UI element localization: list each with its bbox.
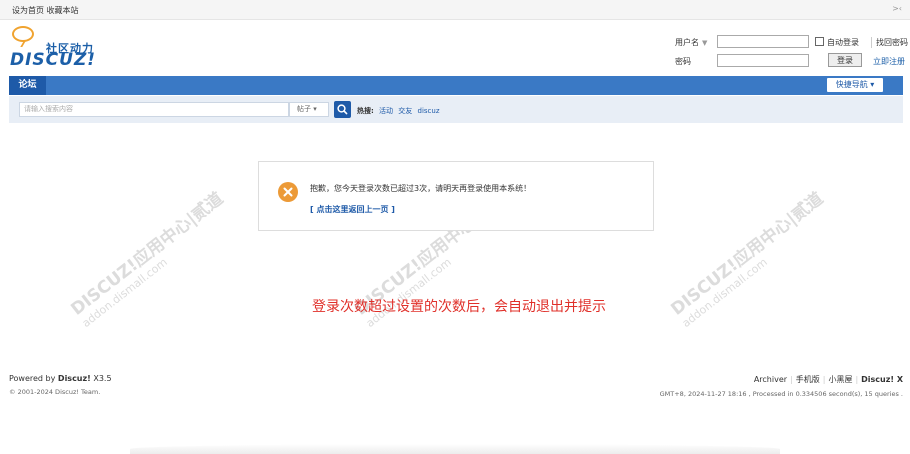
site-logo[interactable]: 社区动力 DISCUZ! — [10, 26, 102, 70]
register-link[interactable]: 立即注册 — [873, 56, 905, 67]
logo-bubble-icon — [12, 26, 34, 42]
search-bar: 请输入搜索内容 帖子 ▾ 热搜: 活动 交友 discuz — [9, 96, 903, 123]
top-links: 设为首页 收藏本站 — [12, 5, 79, 16]
hot-tag[interactable]: discuz — [418, 107, 440, 115]
footer-right: Archiver | 手机版 | 小黑屋 | Discuz! X GMT+8, 2024-1… — [659, 375, 903, 398]
bottom-shadow — [130, 444, 780, 454]
bookmark-site-link[interactable]: 收藏本站 — [47, 6, 79, 15]
watermark: DISCUZ!应用中心|贰道 addon.dismall.com — [667, 188, 828, 330]
footer-link-discuz[interactable]: Discuz! X — [861, 375, 903, 384]
hot-tag[interactable]: 活动 — [379, 107, 393, 115]
hot-search-label: 热搜: — [357, 107, 374, 115]
error-icon — [278, 182, 298, 202]
footer-left: Powered by Discuz! X3.5 © 2001-2024 Disc… — [9, 374, 112, 396]
watermark: DISCUZ!应用中心|贰道 addon.dismall.com — [67, 188, 228, 330]
go-back-link[interactable]: [ 点击这里返回上一页 ] — [310, 204, 395, 215]
find-password-link[interactable]: 找回密码 — [871, 37, 908, 48]
main-nav: 论坛 快捷导航 ▾ — [9, 76, 903, 95]
collapse-toggle-icon[interactable]: >‹ — [892, 4, 902, 13]
gmt-processing-info: GMT+8, 2024-11-27 18:16 , Processed in 0… — [659, 390, 903, 398]
annotation-note: 登录次数超过设置的次数后，会自动退出并提示 — [312, 299, 606, 315]
set-homepage-link[interactable]: 设为首页 — [12, 6, 44, 15]
search-button[interactable] — [334, 101, 351, 118]
login-form: 用户名 ▼ 密码 自动登录 找回密码 登录 立即注册 — [673, 34, 910, 74]
logo-en-text: DISCUZ! — [10, 50, 97, 70]
hot-tag[interactable]: 交友 — [398, 107, 412, 115]
search-icon — [337, 104, 348, 115]
search-type-select[interactable]: 帖子 ▾ — [289, 102, 329, 117]
top-bar: 设为首页 收藏本站 >‹ — [0, 0, 910, 20]
auto-login-checkbox[interactable]: 自动登录 — [815, 37, 859, 48]
username-input[interactable] — [717, 35, 809, 48]
error-message-box: 抱歉，您今天登录次数已超过3次，请明天再登录使用本系统！ [ 点击这里返回上一页… — [258, 161, 654, 231]
quick-nav-button[interactable]: 快捷导航 ▾ — [827, 78, 883, 92]
password-input[interactable] — [717, 54, 809, 67]
chevron-down-icon: ▾ — [313, 105, 317, 113]
chevron-down-icon: ▼ — [702, 39, 708, 47]
username-label[interactable]: 用户名 ▼ — [675, 37, 707, 48]
hot-search: 热搜: 活动 交友 discuz — [357, 106, 440, 116]
powered-by: Powered by Discuz! X3.5 — [9, 374, 112, 383]
login-button[interactable]: 登录 — [828, 53, 862, 67]
copyright-text: © 2001-2024 Discuz! Team. — [9, 388, 101, 396]
footer-link-mobile[interactable]: 手机版 — [796, 375, 820, 384]
checkbox-icon — [815, 37, 824, 46]
search-input[interactable]: 请输入搜索内容 — [19, 102, 289, 117]
footer-link-archiver[interactable]: Archiver — [754, 375, 787, 384]
nav-item-forum[interactable]: 论坛 — [9, 76, 46, 95]
footer-link-blackroom[interactable]: 小黑屋 — [828, 375, 852, 384]
password-label: 密码 — [675, 57, 691, 66]
error-message-text: 抱歉，您今天登录次数已超过3次，请明天再登录使用本系统！ — [310, 184, 532, 193]
